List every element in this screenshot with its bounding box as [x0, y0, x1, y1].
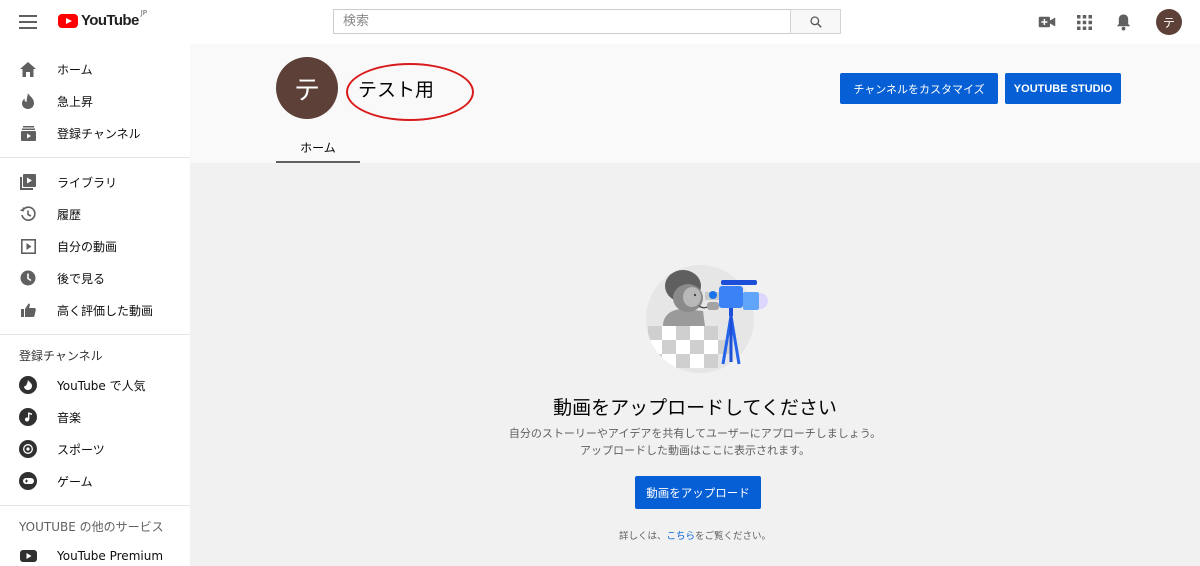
sidebar-item-label: ゲーム	[57, 474, 93, 489]
menu-icon[interactable]	[19, 15, 37, 29]
sidebar-item-trending[interactable]: 急上昇	[0, 85, 190, 117]
logo-text: YouTube	[81, 12, 139, 29]
channel-header: テ テスト用 チャンネルをカスタマイズ YOUTUBE STUDIO ホーム	[190, 44, 1200, 163]
tab-home[interactable]: ホーム	[276, 134, 360, 163]
gaming-icon	[19, 472, 37, 490]
youtube-studio-button[interactable]: YOUTUBE STUDIO	[1005, 73, 1121, 104]
sidebar-divider	[0, 157, 190, 158]
music-icon	[19, 408, 37, 426]
sidebar-item-label: 音楽	[57, 410, 82, 425]
sidebar-subscriptions-heading: 登録チャンネル	[19, 348, 103, 363]
library-icon	[19, 173, 37, 191]
sidebar-item-label: YouTube Premium	[57, 549, 164, 563]
sidebar-item-label: 後で見る	[57, 271, 106, 286]
learn-more-suffix: をご覧ください。	[695, 531, 772, 542]
sidebar-item-your-videos[interactable]: 自分の動画	[0, 230, 190, 262]
trending-icon	[19, 92, 37, 110]
customize-channel-button[interactable]: チャンネルをカスタマイズ	[840, 73, 998, 104]
sidebar-item-label: スポーツ	[57, 442, 105, 457]
camera-operator-illustration	[646, 265, 768, 373]
home-icon	[19, 60, 37, 78]
watch-later-icon	[19, 269, 37, 287]
sidebar-item-popular[interactable]: YouTube で人気	[0, 369, 190, 401]
history-icon	[19, 205, 37, 223]
search-icon	[809, 15, 822, 28]
sidebar-item-home[interactable]: ホーム	[0, 53, 190, 85]
notifications-bell-icon[interactable]	[1113, 12, 1133, 32]
sidebar-divider	[0, 334, 190, 335]
sidebar-item-liked-videos[interactable]: 高く評価した動画	[0, 294, 190, 326]
channel-name: テスト用	[358, 79, 435, 101]
logo-region: JP	[140, 9, 148, 17]
sidebar-item-label: YouTube で人気	[57, 378, 146, 393]
sidebar-item-label: ホーム	[57, 62, 93, 77]
upload-video-button[interactable]: 動画をアップロード	[635, 476, 761, 509]
channel-avatar: テ	[276, 57, 338, 119]
sidebar-item-label: 登録チャンネル	[57, 126, 141, 141]
search-bar	[333, 9, 841, 34]
sidebar-item-library[interactable]: ライブラリ	[0, 166, 190, 198]
sports-icon	[19, 440, 37, 458]
create-video-icon[interactable]	[1037, 12, 1057, 32]
learn-more-text: 詳しくは、こちらをご覧ください。	[190, 528, 1200, 542]
empty-state-title: 動画をアップロードしてください	[553, 397, 837, 419]
youtube-play-icon	[58, 13, 78, 28]
sidebar-item-music[interactable]: 音楽	[0, 401, 190, 433]
learn-more-link[interactable]: こちら	[666, 531, 695, 542]
youtube-logo[interactable]: YouTube JP	[58, 9, 148, 29]
masthead: YouTube JP テ	[0, 0, 1200, 44]
search-button[interactable]	[790, 9, 841, 34]
sidebar-item-youtube-premium[interactable]: YouTube Premium	[0, 540, 190, 566]
sidebar-item-label: ライブラリ	[57, 175, 118, 190]
subscriptions-icon	[19, 124, 37, 142]
sidebar-item-label: 急上昇	[57, 94, 94, 109]
sidebar-item-sports[interactable]: スポーツ	[0, 433, 190, 465]
search-input[interactable]	[333, 9, 790, 34]
thumbs-up-icon	[19, 301, 37, 319]
popular-icon	[19, 376, 37, 394]
description-line: 自分のストーリーやアイデアを共有してユーザーにアプローチしましょう。	[508, 427, 882, 440]
sidebar-item-history[interactable]: 履歴	[0, 198, 190, 230]
empty-state-description: 自分のストーリーやアイデアを共有してユーザーにアプローチしましょう。 アップロー…	[190, 425, 1200, 459]
sidebar-item-label: 高く評価した動画	[57, 303, 154, 318]
sidebar-more-heading: YOUTUBE の他のサービス	[19, 519, 164, 534]
sidebar-item-label: 自分の動画	[57, 239, 118, 254]
sidebar: ホーム 急上昇 登録チャンネル ライブラリ 履歴 自分の動画 後で見る 高く評価…	[0, 44, 190, 566]
description-line: アップロードした動画はここに表示されます。	[580, 444, 810, 457]
sidebar-item-gaming[interactable]: ゲーム	[0, 465, 190, 497]
your-videos-icon	[19, 237, 37, 255]
learn-more-prefix: 詳しくは、	[618, 531, 667, 542]
apps-grid-icon[interactable]	[1074, 12, 1094, 32]
sidebar-item-subscriptions[interactable]: 登録チャンネル	[0, 117, 190, 149]
sidebar-item-label: 履歴	[57, 207, 82, 222]
sidebar-divider	[0, 505, 190, 506]
youtube-premium-icon	[19, 547, 37, 565]
sidebar-item-watch-later[interactable]: 後で見る	[0, 262, 190, 294]
account-avatar[interactable]: テ	[1156, 9, 1182, 35]
